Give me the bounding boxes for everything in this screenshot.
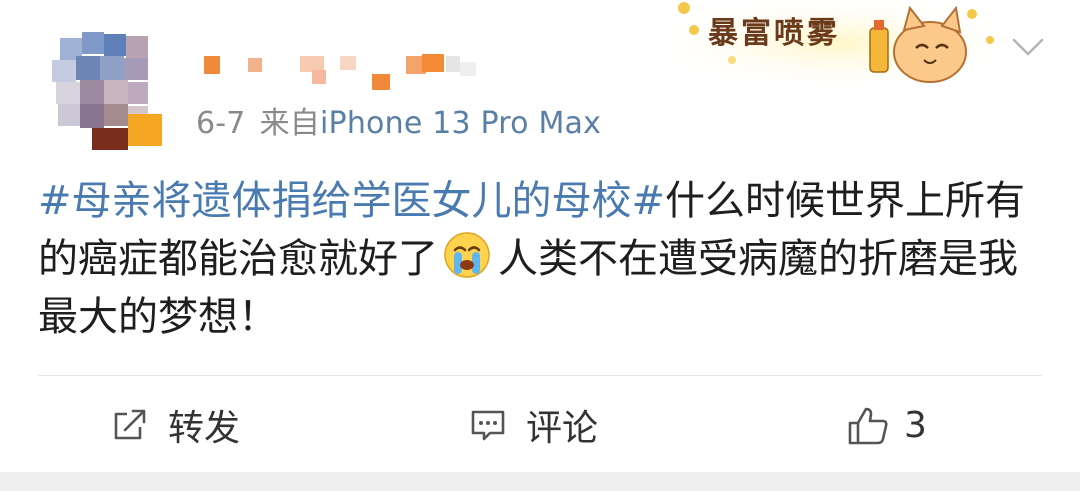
chevron-down-icon[interactable] xyxy=(1010,32,1046,60)
post-date: 6-7 xyxy=(196,106,246,141)
weibo-post-card: 6-7 来自iPhone 13 Pro Max 暴富喷雾 #母亲将遗体捐给学医女… xyxy=(0,0,1080,491)
share-icon xyxy=(110,405,150,445)
username[interactable] xyxy=(200,52,500,92)
bottom-separator xyxy=(0,472,1080,491)
post-content: #母亲将遗体捐给学医女儿的母校#什么时候世界上所有的癌症都能治愈就好了 人类不在… xyxy=(38,172,1028,346)
comment-label: 评论 xyxy=(526,408,599,449)
comment-button[interactable]: 评论 xyxy=(468,402,599,449)
repost-label: 转发 xyxy=(168,408,241,449)
topic-link[interactable]: #母亲将遗体捐给学医女儿的母校# xyxy=(38,178,665,224)
comment-icon xyxy=(468,405,508,445)
action-bar: 转发 评论 3 xyxy=(0,376,1080,472)
crying-face-icon xyxy=(442,230,492,280)
source-prefix: 来自 xyxy=(259,106,321,141)
avatar[interactable] xyxy=(52,22,168,152)
source-device-link[interactable]: iPhone 13 Pro Max xyxy=(320,106,601,141)
thumbs-up-icon xyxy=(846,405,888,445)
repost-button[interactable]: 转发 xyxy=(110,402,241,449)
like-count: 3 xyxy=(904,404,927,446)
badge-text: 暴富喷雾 xyxy=(708,16,840,51)
like-button[interactable]: 3 xyxy=(846,402,927,448)
post-meta: 6-7 来自iPhone 13 Pro Max xyxy=(196,98,601,142)
